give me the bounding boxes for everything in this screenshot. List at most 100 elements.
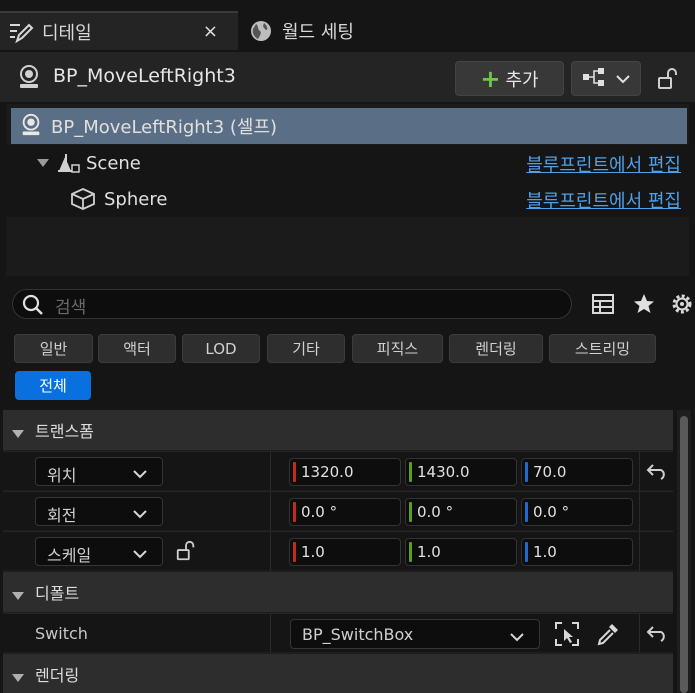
column-divider [639,452,640,491]
category-transform-label: 트랜스폼 [35,422,94,441]
filter-streaming[interactable]: 스트리밍 [549,334,656,363]
y-axis-marker [409,542,412,562]
details-panel: 트랜스폼 위치 1320.0 1430.0 70.0 회전 0.0 ° 0.0 … [3,410,673,693]
tree-item-scene-label: Scene [86,152,141,174]
z-axis-marker [525,462,528,482]
rotation-mode-label: 회전 [47,506,77,525]
edit-in-blueprint-link[interactable]: 블루프린트에서 편집 [526,151,681,177]
scale-y-value: 1.0 [417,543,441,561]
chevron-down-icon [132,466,148,479]
tree-item-sphere[interactable]: Sphere 블루프린트에서 편집 [6,181,689,217]
collapse-arrow-icon[interactable] [36,154,52,172]
blueprint-graph-icon [582,67,608,91]
rotation-mode-dropdown[interactable]: 회전 [35,497,163,526]
filter-rendering[interactable]: 렌더링 [449,334,543,363]
tab-world-settings-label: 월드 세팅 [282,21,354,43]
column-divider [639,492,640,531]
location-x-field[interactable]: 1320.0 [289,458,401,486]
search-input[interactable]: 검색 [12,289,572,319]
scale-x-field[interactable]: 1.0 [289,538,401,566]
actor-name: BP_MoveLeftRight3 [53,65,236,87]
y-axis-marker [409,502,412,522]
location-y-value: 1430.0 [417,463,470,481]
filter-lod[interactable]: LOD [182,334,260,363]
tab-world-settings[interactable]: 월드 세팅 [240,11,695,50]
scrollbar-thumb[interactable] [680,416,688,693]
filter-actor[interactable]: 액터 [98,334,176,363]
tree-item-scene[interactable]: Scene 블루프린트에서 편집 [6,145,689,181]
category-rendering-label: 렌더링 [35,666,80,685]
category-default[interactable]: 디폴트 [3,572,673,612]
filter-general[interactable]: 일반 [14,334,93,363]
filter-all[interactable]: 전체 [15,371,91,400]
static-mesh-icon [70,187,96,211]
chevron-down-icon [509,629,525,642]
edit-in-blueprint-link[interactable]: 블루프린트에서 편집 [526,187,681,213]
location-mode-dropdown[interactable]: 위치 [35,457,163,486]
x-axis-marker [293,462,296,482]
location-z-value: 70.0 [533,463,567,481]
location-z-field[interactable]: 70.0 [521,458,633,486]
reset-to-default-icon[interactable] [646,624,668,642]
eyedropper-icon[interactable] [595,621,621,647]
y-axis-marker [409,462,412,482]
blueprint-options-button[interactable] [571,61,641,96]
x-axis-marker [293,542,296,562]
switch-asset-value: BP_SwitchBox [302,625,414,644]
rotation-y-value: 0.0 ° [417,503,454,521]
scale-mode-dropdown[interactable]: 스케일 [35,537,163,566]
scene-component-icon [56,151,82,175]
unlock-icon[interactable] [656,67,680,91]
tree-item-self-label: BP_MoveLeftRight3 (셀프) [51,117,278,138]
location-mode-label: 위치 [47,466,77,485]
add-component-label: 추가 [505,69,539,91]
table-view-icon[interactable] [591,292,615,316]
rotation-z-value: 0.0 ° [533,503,570,521]
scale-x-value: 1.0 [301,543,325,561]
component-tree: BP_MoveLeftRight3 (셀프) Scene 블루프린트에서 편집 … [6,104,689,276]
tree-item-self[interactable]: BP_MoveLeftRight3 (셀프) [11,108,687,144]
settings-gear-icon[interactable] [670,292,694,316]
select-actor-icon[interactable] [554,621,580,647]
category-rendering[interactable]: 렌더링 [3,654,673,693]
switch-asset-dropdown[interactable]: BP_SwitchBox [290,619,540,649]
x-axis-marker [293,502,296,522]
reset-to-default-icon[interactable] [646,462,668,480]
tab-details-label: 디테일 [42,22,92,44]
details-scrollbar[interactable] [677,410,691,693]
column-divider [270,532,271,571]
plus-icon: + [480,64,501,93]
column-divider [639,614,640,653]
tab-bar: 디테일 × 월드 세팅 [0,0,695,50]
property-row-location: 위치 1320.0 1430.0 70.0 [3,451,673,491]
location-x-value: 1320.0 [301,463,354,481]
scale-mode-label: 스케일 [47,546,92,565]
scale-z-value: 1.0 [533,543,557,561]
actor-icon [16,64,42,90]
scale-z-field[interactable]: 1.0 [521,538,633,566]
column-divider [639,532,640,571]
world-globe-icon [244,18,278,44]
unlock-icon[interactable] [175,540,197,562]
rotation-y-field[interactable]: 0.0 ° [405,498,517,526]
filter-physics[interactable]: 피직스 [352,334,443,363]
favorite-star-icon[interactable] [632,292,656,316]
filter-misc[interactable]: 기타 [267,334,345,363]
collapse-arrow-icon [11,669,25,682]
tree-item-sphere-label: Sphere [104,188,168,210]
column-divider [270,492,271,531]
category-default-label: 디폴트 [35,584,80,603]
column-divider [270,452,271,491]
collapse-arrow-icon [11,425,25,438]
add-component-button[interactable]: + 추가 [455,61,564,96]
rotation-x-field[interactable]: 0.0 ° [289,498,401,526]
details-header: BP_MoveLeftRight3 + 추가 [0,52,695,102]
column-divider [270,614,271,653]
location-y-field[interactable]: 1430.0 [405,458,517,486]
chevron-down-icon [616,70,630,88]
category-transform[interactable]: 트랜스폼 [3,410,673,450]
rotation-z-field[interactable]: 0.0 ° [521,498,633,526]
scale-y-field[interactable]: 1.0 [405,538,517,566]
close-icon[interactable]: × [203,21,218,42]
tab-details[interactable]: 디테일 × [0,11,238,50]
